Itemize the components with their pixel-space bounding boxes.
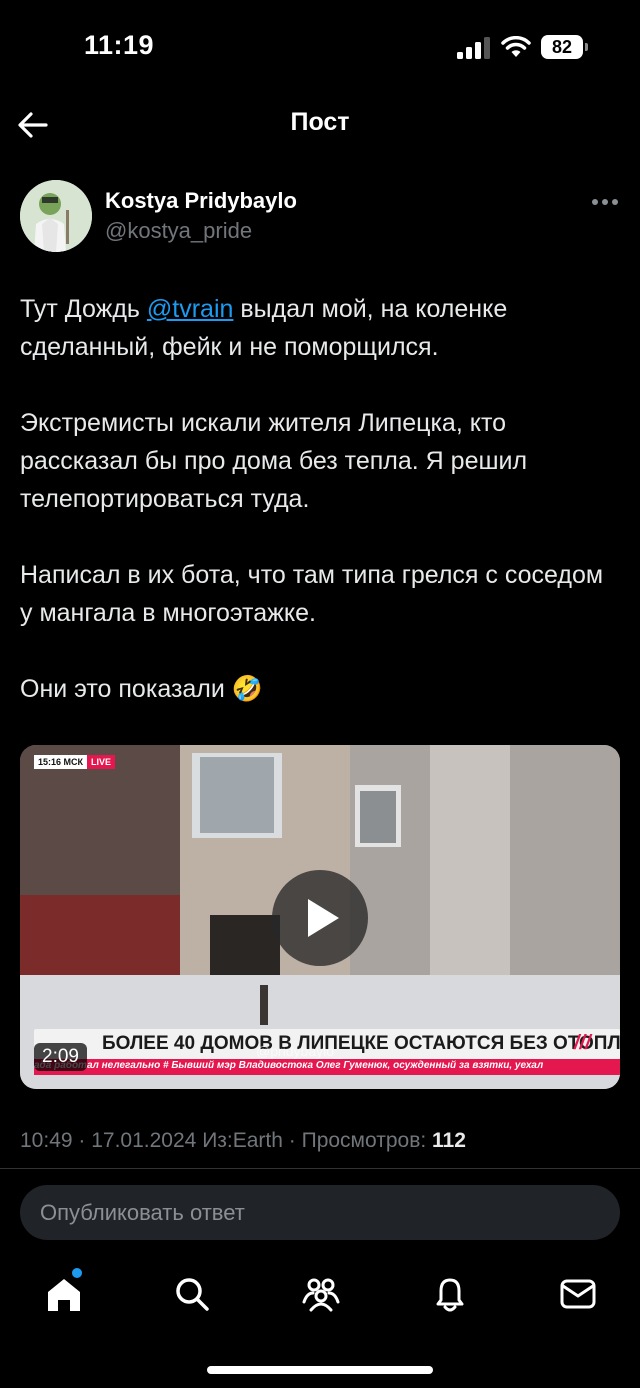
status-bar: 11:19 82 <box>0 0 640 96</box>
post-source: Из:Earth <box>202 1129 283 1152</box>
meta-separator: · <box>72 1129 92 1152</box>
status-time: 11:19 <box>84 30 155 60</box>
bottom-tab-bar <box>0 1260 640 1330</box>
new-content-dot <box>72 1268 82 1278</box>
divider <box>0 1168 640 1169</box>
home-icon <box>48 1279 80 1311</box>
battery-cap <box>585 43 588 51</box>
news-slashes: /// <box>574 1032 591 1054</box>
author-name[interactable]: Kostya Pridybaylo <box>105 188 297 214</box>
play-icon <box>308 899 339 937</box>
home-indicator[interactable] <box>207 1366 433 1374</box>
post-paragraph-3: Написал в их бота, что там типа грелся с… <box>20 561 604 627</box>
tab-communities[interactable] <box>301 1274 341 1314</box>
post-paragraph-4: Они это показали 🤣 <box>20 675 263 703</box>
ticker-text: ада работал нелегально # Бывший мэр Влад… <box>34 1060 544 1071</box>
top-header: Пост <box>0 96 640 154</box>
video-duration: 2:09 <box>34 1043 87 1071</box>
mention-link[interactable]: @tvrain <box>147 295 234 323</box>
tab-messages[interactable] <box>558 1274 598 1314</box>
post-screen: 11:19 82 Пост Kostya Pridybaylo @kostya_… <box>0 0 640 1388</box>
news-ticker: ада работал нелегально # Бывший мэр Влад… <box>34 1059 620 1075</box>
live-badge: 15:16 МСК LIVE <box>34 755 116 769</box>
cellular-signal-icon <box>457 37 490 59</box>
post-paragraph-1: Тут Дождь @tvrain выдал мой, на коленке … <box>20 290 620 366</box>
reply-input[interactable] <box>40 1185 600 1240</box>
avatar[interactable] <box>20 180 92 252</box>
notifications-icon <box>436 1278 464 1312</box>
battery-icon: 82 <box>541 35 583 59</box>
wifi-icon <box>501 36 531 57</box>
post-paragraph-2: Экстремисты искали жителя Липецка, кто р… <box>20 409 528 513</box>
post-meta: 10:49 · 17.01.2024 Из:Earth · Просмотров… <box>20 1129 466 1153</box>
reply-box[interactable] <box>20 1185 620 1240</box>
live-label: LIVE <box>87 755 116 769</box>
avatar-illustration <box>20 180 92 252</box>
communities-icon <box>302 1278 340 1312</box>
search-icon <box>176 1278 209 1311</box>
post-date[interactable]: 17.01.2024 <box>91 1129 196 1152</box>
post-time[interactable]: 10:49 <box>20 1129 73 1152</box>
messages-icon <box>560 1279 596 1309</box>
page-title: Пост <box>290 108 350 136</box>
post-text-segment: Тут Дождь <box>20 295 147 323</box>
news-headline: БОЛЕЕ 40 ДОМОВ В ЛИПЕЦКЕ ОСТАЮТСЯ БЕЗ ОТ… <box>102 1033 620 1054</box>
views-count[interactable]: 112 <box>432 1129 466 1152</box>
author-handle[interactable]: @kostya_pride <box>105 218 252 244</box>
live-time: 15:16 МСК <box>34 755 88 769</box>
tab-notifications[interactable] <box>430 1274 470 1314</box>
more-options-icon[interactable] <box>590 196 620 208</box>
post-text: Тут Дождь @tvrain выдал мой, на коленке … <box>20 290 620 746</box>
play-button[interactable] <box>272 870 368 966</box>
tab-search[interactable] <box>172 1274 212 1314</box>
video-player[interactable]: 15:16 МСК LIVE БОЛЕЕ 40 ДОМОВ В ЛИПЕЦКЕ … <box>20 745 620 1089</box>
tab-home[interactable] <box>44 1274 84 1314</box>
meta-separator: · <box>282 1129 302 1152</box>
video-watermark: @pridybaylo_ <box>256 1043 342 1059</box>
views-label: Просмотров: <box>301 1129 427 1152</box>
